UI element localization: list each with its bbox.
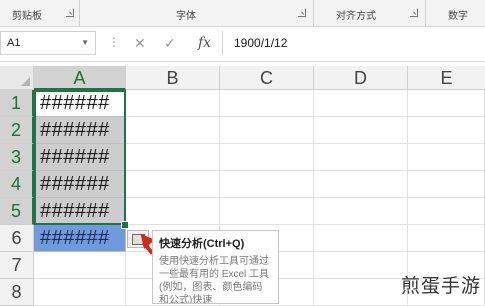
cell-b4[interactable] <box>126 171 220 198</box>
watermark: 煎蛋手游 <box>400 276 481 297</box>
cell-a1[interactable]: ###### <box>34 90 126 117</box>
alignment-group-label: 对齐方式 <box>336 11 376 22</box>
chevron-down-icon[interactable]: ▼ <box>81 32 89 54</box>
cell-d8[interactable] <box>314 279 408 306</box>
cell-b5[interactable] <box>126 198 220 225</box>
cell-e4[interactable] <box>408 171 485 198</box>
cell-d1[interactable] <box>314 90 408 117</box>
cell-e1[interactable] <box>408 90 485 117</box>
cell-d3[interactable] <box>314 144 408 171</box>
cell-e3[interactable] <box>408 144 485 171</box>
clipboard-group-label: 剪贴板 <box>12 11 42 22</box>
column-header-d[interactable]: D <box>314 66 408 90</box>
enter-icon[interactable]: ✓ <box>164 35 176 52</box>
cell-b2[interactable] <box>126 117 220 144</box>
cell-a5[interactable]: ###### <box>34 198 126 225</box>
cell-a7[interactable] <box>34 252 126 279</box>
cell-d7[interactable] <box>314 252 408 279</box>
cell-a3[interactable]: ###### <box>34 144 126 171</box>
fill-handle[interactable] <box>121 221 129 229</box>
cell-e6[interactable] <box>408 225 485 252</box>
row-header-1[interactable]: 1 <box>0 90 34 117</box>
cell-b1[interactable] <box>126 90 220 117</box>
cell-c5[interactable] <box>220 198 314 225</box>
column-header-c[interactable]: C <box>220 66 314 90</box>
formula-bar: A1 ▼ ⋮ ✕ ✓ fx 1900/1/12 <box>0 27 485 62</box>
cell-d5[interactable] <box>314 198 408 225</box>
quick-analysis-tooltip: 快速分析(Ctrl+Q) 使用快速分析工具可通过一些最有用的 Excel 工具(… <box>152 230 279 304</box>
row-header-3[interactable]: 3 <box>0 144 34 171</box>
formula-input[interactable]: 1900/1/12 <box>226 31 485 55</box>
insert-function-icon[interactable]: fx <box>198 35 211 51</box>
cell-d4[interactable] <box>314 171 408 198</box>
ribbon: 剪贴板 字体 对齐方式 数字 <box>0 0 485 27</box>
row-header-2[interactable]: 2 <box>0 117 34 144</box>
row-header-5[interactable]: 5 <box>0 198 34 225</box>
name-box-value: A1 <box>7 37 21 49</box>
row-header-7[interactable]: 7 <box>0 252 34 279</box>
row-header-6[interactable]: 6 <box>0 225 34 252</box>
column-header-e[interactable]: E <box>408 66 485 90</box>
number-group-label: 数字 <box>448 11 468 22</box>
cell-c4[interactable] <box>220 171 314 198</box>
formula-buttons: ✕ ✓ fx <box>120 31 223 55</box>
row-header-8[interactable]: 8 <box>0 279 34 306</box>
number-group: 数字 <box>426 0 485 26</box>
font-group: 字体 <box>80 0 314 26</box>
clipboard-launcher-icon[interactable] <box>66 9 74 17</box>
column-header-b[interactable]: B <box>126 66 220 90</box>
cell-e2[interactable] <box>408 117 485 144</box>
cell-d2[interactable] <box>314 117 408 144</box>
cell-a2[interactable]: ###### <box>34 117 126 144</box>
cancel-icon[interactable]: ✕ <box>134 35 146 52</box>
name-box[interactable]: A1 ▼ <box>0 31 96 55</box>
cell-a4[interactable]: ###### <box>34 171 126 198</box>
cell-c1[interactable] <box>220 90 314 117</box>
alignment-launcher-icon[interactable] <box>410 9 418 17</box>
cell-a8[interactable] <box>34 279 126 306</box>
cell-d6[interactable] <box>314 225 408 252</box>
alignment-group: 对齐方式 <box>314 0 426 26</box>
cell-b3[interactable] <box>126 144 220 171</box>
cell-c2[interactable] <box>220 117 314 144</box>
tooltip-title: 快速分析(Ctrl+Q) <box>159 238 245 250</box>
cell-c3[interactable] <box>220 144 314 171</box>
tooltip-description: 使用快速分析工具可通过一些最有用的 Excel 工具(例如，图表、颜色编码和公式… <box>159 256 270 304</box>
font-group-label: 字体 <box>176 11 196 22</box>
font-launcher-icon[interactable] <box>298 9 306 17</box>
grip-icon[interactable]: ⋮ <box>108 35 120 49</box>
cell-e5[interactable] <box>408 198 485 225</box>
row-header-4[interactable]: 4 <box>0 171 34 198</box>
column-header-a[interactable]: A <box>34 66 126 90</box>
clipboard-group: 剪贴板 <box>0 0 80 26</box>
cell-a6[interactable]: ###### <box>34 225 126 252</box>
select-all-button[interactable] <box>0 66 34 90</box>
